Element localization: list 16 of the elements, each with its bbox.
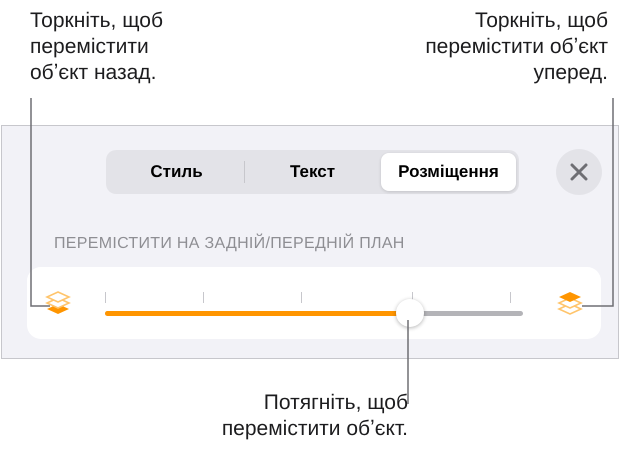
close-icon xyxy=(570,163,588,181)
tick-mark xyxy=(203,292,204,303)
slider-thumb[interactable] xyxy=(396,299,424,327)
tick-mark xyxy=(510,292,512,303)
bring-forward-icon[interactable] xyxy=(557,291,583,315)
section-label: ПЕРЕМІСТИТИ НА ЗАДНІЙ/ПЕРЕДНІЙ ПЛАН xyxy=(54,235,406,253)
tab[interactable]: Стиль xyxy=(109,153,244,191)
callout-text: Торкніть, щоб перемістити обʼєкт уперед. xyxy=(424,8,608,86)
tab[interactable]: Розміщення xyxy=(381,153,516,191)
close-button[interactable] xyxy=(556,149,602,195)
tick-mark xyxy=(105,292,106,303)
send-backward-icon[interactable] xyxy=(45,291,71,315)
tick-mark xyxy=(301,292,302,303)
tab[interactable]: Текст xyxy=(245,153,380,191)
callout-text: Потягніть, щоб перемістити обʼєкт. xyxy=(220,390,408,442)
callout-text: Торкніть, щоб перемістити обʼєкт назад. xyxy=(30,8,164,86)
